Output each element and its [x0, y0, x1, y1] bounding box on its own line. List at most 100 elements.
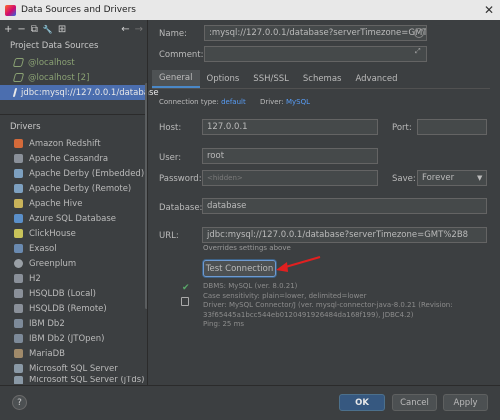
conn-type-link[interactable]: default: [221, 98, 246, 106]
settings-tabs: General Options SSH/SSL Schemas Advanced: [152, 70, 490, 88]
left-pane: Project Data Sources @localhost @localho…: [0, 38, 159, 420]
driver-item[interactable]: Exasol: [0, 241, 145, 256]
driver-icon: [14, 364, 23, 373]
driver-icon: [14, 154, 23, 163]
driver-icon: [14, 199, 23, 208]
data-source-item[interactable]: @localhost [2]: [0, 70, 145, 85]
driver-item[interactable]: HSQLDB (Remote): [0, 301, 145, 316]
tab-advanced[interactable]: Advanced: [348, 70, 404, 88]
back-icon[interactable]: ←: [121, 24, 129, 35]
driver-icon: [14, 334, 23, 343]
driver-icon: [14, 304, 23, 313]
divider: [0, 114, 147, 115]
log-line: Case sensitivity: plain=lower, delimited…: [203, 291, 367, 300]
driver-icon: [14, 244, 23, 253]
remove-icon[interactable]: −: [17, 24, 25, 35]
wrench-icon[interactable]: 🔧: [43, 25, 53, 34]
arrow-head: [276, 262, 288, 272]
splitter[interactable]: [147, 20, 148, 385]
driver-item[interactable]: IBM Db2 (JTOpen): [0, 331, 145, 346]
database-field[interactable]: database: [202, 198, 487, 214]
driver-item[interactable]: IBM Db2: [0, 316, 145, 331]
password-label: Password:: [159, 174, 202, 184]
driver-item[interactable]: Apache Derby (Remote): [0, 181, 145, 196]
user-field[interactable]: root: [202, 148, 378, 164]
datasource-icon: [12, 88, 18, 97]
app-icon: [5, 4, 16, 16]
test-connection-button[interactable]: Test Connection: [203, 260, 276, 277]
driver-label: Driver:: [259, 98, 284, 106]
driver-item[interactable]: Amazon Redshift: [0, 136, 145, 151]
driver-item[interactable]: Apache Cassandra: [0, 151, 145, 166]
driver-item[interactable]: Greenplum: [0, 256, 145, 271]
name-color-icon[interactable]: [414, 28, 424, 38]
name-field[interactable]: :mysql://127.0.0.1/database?serverTimezo…: [204, 25, 427, 41]
tab-options[interactable]: Options: [200, 70, 247, 88]
conn-type-label: Connection type:: [159, 98, 219, 106]
success-check-icon: ✔: [182, 283, 190, 293]
driver-item[interactable]: HSQLDB (Local): [0, 286, 145, 301]
driver-icon: [14, 289, 23, 298]
driver-icon: [14, 214, 23, 223]
ok-button[interactable]: OK: [339, 394, 385, 411]
chevron-down-icon[interactable]: ▼: [477, 174, 482, 182]
save-select-value: Forever: [422, 173, 455, 183]
port-field[interactable]: [417, 119, 487, 135]
driver-item[interactable]: H2: [0, 271, 145, 286]
tab-ssh-ssl[interactable]: SSH/SSL: [246, 70, 296, 88]
comment-field[interactable]: [204, 46, 427, 62]
comment-label: Comment:: [159, 50, 204, 60]
data-source-item-selected[interactable]: jdbc:mysql://127.0.0.1/database: [0, 85, 159, 100]
driver-item[interactable]: MariaDB: [0, 346, 145, 361]
driver-icon: [14, 169, 23, 178]
driver-icon: [14, 259, 23, 268]
apply-button[interactable]: Apply: [443, 394, 488, 411]
url-label: URL:: [159, 231, 179, 241]
url-hint: Overrides settings above: [203, 244, 291, 252]
tree-icon[interactable]: ⊞: [58, 24, 66, 35]
driver-item[interactable]: Microsoft SQL Server: [0, 361, 145, 376]
url-field[interactable]: jdbc:mysql://127.0.0.1/database?serverTi…: [202, 227, 487, 243]
add-icon[interactable]: +: [4, 24, 12, 35]
arrow-shaft: [281, 256, 321, 269]
expand-icon[interactable]: ⤢: [415, 47, 421, 56]
host-field[interactable]: 127.0.0.1: [202, 119, 378, 135]
duplicate-icon[interactable]: ⧉: [31, 24, 38, 35]
driver-item[interactable]: Microsoft SQL Server (jTds): [0, 376, 145, 384]
copy-icon[interactable]: [181, 297, 189, 306]
datasource-icon: [12, 73, 25, 82]
driver-item[interactable]: Apache Derby (Embedded): [0, 166, 145, 181]
name-label: Name:: [159, 29, 187, 39]
log-line: Driver: MySQL Connector/J (ver. mysql-co…: [203, 301, 453, 309]
data-source-item[interactable]: @localhost: [0, 55, 145, 70]
driver-icon: [14, 376, 23, 384]
log-line: DBMS: MySQL (ver. 8.0.21): [203, 282, 298, 290]
left-toolbar: + − ⧉ 🔧 ⊞ ← →: [0, 20, 147, 38]
cancel-button[interactable]: Cancel: [392, 394, 437, 411]
driver-item[interactable]: Azure SQL Database: [0, 211, 145, 226]
connection-info: Connection type: default Driver: MySQL: [159, 98, 322, 106]
datasource-icon: [12, 58, 25, 67]
log-line: Ping: 25 ms: [203, 320, 245, 328]
tab-general[interactable]: General: [152, 70, 200, 88]
host-label: Host:: [159, 123, 182, 133]
connection-log: DBMS: MySQL (ver. 8.0.21) Case sensitivi…: [203, 282, 453, 330]
driver-item[interactable]: ClickHouse: [0, 226, 145, 241]
project-sources-heading: Project Data Sources: [10, 41, 99, 51]
driver-icon: [14, 319, 23, 328]
tab-schemas[interactable]: Schemas: [296, 70, 349, 88]
driver-item[interactable]: Apache Hive: [0, 196, 145, 211]
save-label: Save:: [392, 174, 416, 184]
log-line: 33f65445a1bcc544eb0120491926484da168f199…: [203, 310, 414, 319]
driver-icon: [14, 184, 23, 193]
drivers-heading: Drivers: [10, 122, 41, 132]
close-icon[interactable]: ✕: [484, 3, 494, 17]
driver-icon: [14, 274, 23, 283]
password-field[interactable]: <hidden>: [202, 170, 378, 186]
driver-link[interactable]: MySQL: [286, 98, 310, 106]
forward-icon[interactable]: →: [135, 24, 143, 35]
help-icon[interactable]: ?: [12, 395, 27, 410]
window-title: Data Sources and Drivers: [21, 5, 136, 15]
database-label: Database:: [159, 203, 203, 213]
driver-icon: [14, 139, 23, 148]
